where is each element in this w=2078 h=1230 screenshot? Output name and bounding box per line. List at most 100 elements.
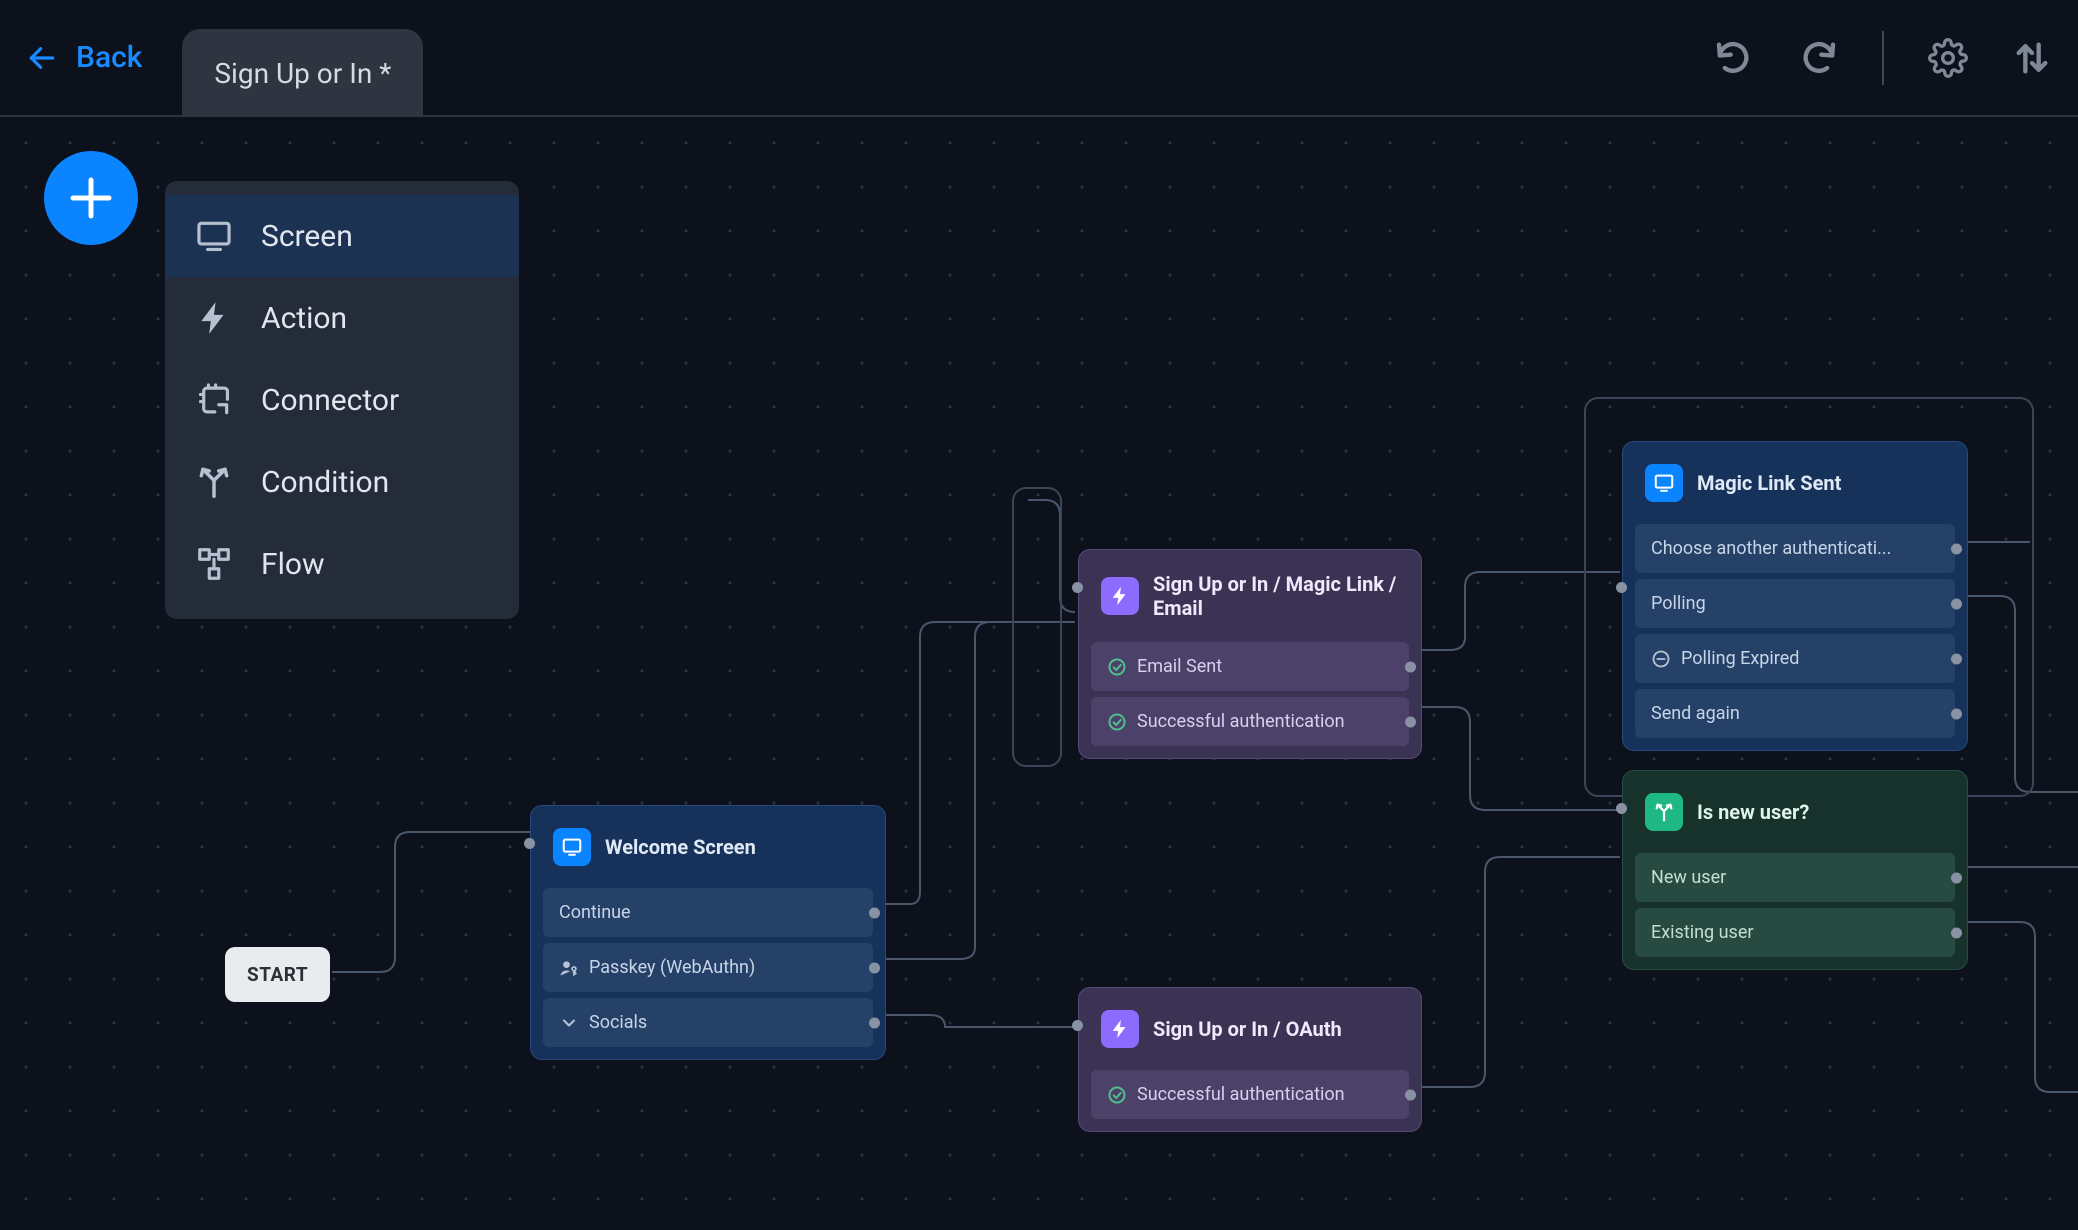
- screen-badge: [1645, 464, 1683, 502]
- node-output-new-user[interactable]: New user: [1635, 853, 1955, 902]
- node-title: Is new user?: [1697, 800, 1809, 824]
- branch-icon: [195, 463, 233, 501]
- input-port[interactable]: [1616, 803, 1627, 814]
- chevron-down-icon: [559, 1013, 579, 1033]
- row-label: Socials: [589, 1012, 647, 1033]
- menu-item-connector[interactable]: Connector: [165, 359, 519, 441]
- bolt-icon: [1109, 1018, 1131, 1040]
- row-label: Successful authentication: [1137, 1084, 1345, 1105]
- node-header: Welcome Screen: [543, 818, 873, 882]
- redo-button[interactable]: [1796, 36, 1840, 80]
- menu-item-label: Screen: [261, 219, 353, 254]
- output-port[interactable]: [1951, 598, 1962, 609]
- plus-icon: [64, 171, 118, 225]
- bolt-icon: [1109, 585, 1131, 607]
- node-output-polling[interactable]: Polling: [1635, 579, 1955, 628]
- condition-badge: [1645, 793, 1683, 831]
- output-port[interactable]: [1951, 708, 1962, 719]
- node-output-passkey[interactable]: Passkey (WebAuthn): [543, 943, 873, 992]
- sort-button[interactable]: [2010, 36, 2054, 80]
- node-output-socials[interactable]: Socials: [543, 998, 873, 1047]
- node-header: Sign Up or In / Magic Link / Email: [1091, 562, 1409, 636]
- node-is-new-user[interactable]: Is new user? New user Existing user: [1622, 770, 1968, 970]
- check-icon: [1107, 1085, 1127, 1105]
- action-badge: [1101, 1010, 1139, 1048]
- node-output-success-auth[interactable]: Successful authentication: [1091, 697, 1409, 746]
- node-title: Sign Up or In / Magic Link / Email: [1153, 572, 1399, 620]
- output-port[interactable]: [1951, 653, 1962, 664]
- start-chip[interactable]: START: [225, 947, 330, 1002]
- group-frame-inner: [1012, 487, 1062, 767]
- row-label: Successful authentication: [1137, 711, 1345, 732]
- undo-button[interactable]: [1712, 36, 1756, 80]
- flow-icon: [195, 545, 233, 583]
- node-output-existing-user[interactable]: Existing user: [1635, 908, 1955, 957]
- node-magiclink-sent[interactable]: Magic Link Sent Choose another authentic…: [1622, 441, 1968, 751]
- check-icon: [1107, 712, 1127, 732]
- node-header: Sign Up or In / OAuth: [1091, 1000, 1409, 1064]
- add-node-button[interactable]: [44, 151, 138, 245]
- node-header: Magic Link Sent: [1635, 454, 1955, 518]
- node-output-send-again[interactable]: Send again: [1635, 689, 1955, 738]
- minus-circle-icon: [1651, 649, 1671, 669]
- input-port[interactable]: [1072, 582, 1083, 593]
- sort-arrows-icon: [2012, 38, 2052, 78]
- node-title: Magic Link Sent: [1697, 471, 1841, 495]
- connector-icon: [195, 381, 233, 419]
- menu-item-label: Connector: [261, 383, 399, 418]
- menu-item-action[interactable]: Action: [165, 277, 519, 359]
- input-port[interactable]: [1072, 1020, 1083, 1031]
- row-label: Continue: [559, 902, 631, 923]
- screen-icon: [195, 217, 233, 255]
- add-node-menu: Screen Action Connector Condition Flow: [165, 181, 519, 619]
- node-magiclink-action[interactable]: Sign Up or In / Magic Link / Email Email…: [1078, 549, 1422, 759]
- node-output-success-auth[interactable]: Successful authentication: [1091, 1070, 1409, 1119]
- gear-icon: [1928, 38, 1968, 78]
- check-icon: [1107, 657, 1127, 677]
- node-title: Sign Up or In / OAuth: [1153, 1017, 1342, 1041]
- output-port[interactable]: [1405, 661, 1416, 672]
- input-port[interactable]: [524, 838, 535, 849]
- output-port[interactable]: [1951, 927, 1962, 938]
- output-port[interactable]: [1951, 543, 1962, 554]
- node-output-choose-another[interactable]: Choose another authenticati...: [1635, 524, 1955, 573]
- node-output-polling-expired[interactable]: Polling Expired: [1635, 634, 1955, 683]
- bolt-icon: [195, 299, 233, 337]
- undo-icon: [1714, 38, 1754, 78]
- node-output-email-sent[interactable]: Email Sent: [1091, 642, 1409, 691]
- node-welcome-screen[interactable]: Welcome Screen Continue Passkey (WebAuth…: [530, 805, 886, 1060]
- top-bar: Back Sign Up or In *: [0, 0, 2078, 117]
- output-port[interactable]: [1405, 1089, 1416, 1100]
- output-port[interactable]: [869, 962, 880, 973]
- screen-icon: [1653, 472, 1675, 494]
- node-output-continue[interactable]: Continue: [543, 888, 873, 937]
- menu-item-label: Flow: [261, 547, 325, 582]
- screen-badge: [553, 828, 591, 866]
- arrow-left-icon: [26, 42, 58, 74]
- toolbar-divider: [1882, 31, 1884, 85]
- node-oauth-action[interactable]: Sign Up or In / OAuth Successful authent…: [1078, 987, 1422, 1132]
- branch-icon: [1653, 801, 1675, 823]
- start-label: START: [247, 963, 308, 986]
- output-port[interactable]: [1405, 716, 1416, 727]
- output-port[interactable]: [1951, 872, 1962, 883]
- row-label: Choose another authenticati...: [1651, 538, 1891, 559]
- input-port[interactable]: [1616, 582, 1627, 593]
- output-port[interactable]: [869, 1017, 880, 1028]
- row-label: Existing user: [1651, 922, 1753, 943]
- row-label: Passkey (WebAuthn): [589, 957, 755, 978]
- back-label: Back: [76, 40, 142, 75]
- tab-active[interactable]: Sign Up or In *: [182, 29, 423, 117]
- menu-item-label: Condition: [261, 465, 389, 500]
- menu-item-screen[interactable]: Screen: [165, 195, 519, 277]
- row-label: Email Sent: [1137, 656, 1222, 677]
- menu-item-flow[interactable]: Flow: [165, 523, 519, 605]
- row-label: New user: [1651, 867, 1726, 888]
- menu-item-condition[interactable]: Condition: [165, 441, 519, 523]
- back-button[interactable]: Back: [26, 40, 142, 75]
- action-badge: [1101, 577, 1139, 615]
- row-label: Send again: [1651, 703, 1740, 724]
- settings-button[interactable]: [1926, 36, 1970, 80]
- canvas[interactable]: Screen Action Connector Condition Flow: [0, 117, 2078, 1230]
- output-port[interactable]: [869, 907, 880, 918]
